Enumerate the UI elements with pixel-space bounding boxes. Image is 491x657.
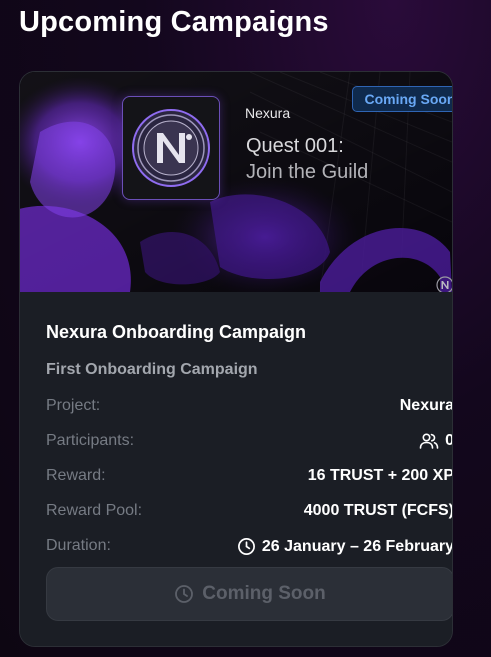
page-title: Upcoming Campaigns [19, 6, 329, 38]
reward-pool-value: 4000 TRUST (FCFS) [303, 502, 453, 519]
banner-quest-number: Quest 001: [246, 135, 344, 157]
detail-label: Duration: [46, 537, 111, 554]
detail-row-reward: Reward: 16 TRUST + 200 XP [46, 467, 453, 489]
project-value: Nexura [399, 397, 453, 414]
detail-row-participants: Participants: 0 [46, 432, 452, 454]
reward-value: 16 TRUST + 200 XP [307, 467, 453, 484]
detail-label: Participants: [46, 432, 135, 449]
banner-brand: Nexura [245, 105, 291, 121]
banner-quest-title: Join the Guild [246, 161, 369, 183]
detail-label: Project: [46, 397, 101, 414]
detail-row-duration: Duration: 26 January – 26 February [46, 537, 453, 559]
participants-count: 0 [445, 432, 452, 450]
watermark-logo-icon [436, 276, 452, 292]
clock-icon [237, 537, 256, 556]
coming-soon-button[interactable]: Coming Soon [46, 567, 452, 621]
campaign-banner: Nexura Quest 001: Join the Guild Coming … [20, 72, 452, 292]
campaign-title: Nexura Onboarding Campaign [46, 322, 307, 342]
detail-label: Reward: [46, 467, 106, 484]
campaign-details: Nexura Onboarding Campaign First Onboard… [20, 292, 452, 646]
nexura-logo [122, 96, 220, 200]
campaign-card[interactable]: Nexura Quest 001: Join the Guild Coming … [19, 71, 453, 647]
campaign-subtitle: First Onboarding Campaign [46, 361, 258, 378]
button-label: Coming Soon [202, 583, 326, 604]
status-badge: Coming Soon [352, 86, 452, 112]
duration-value: 26 January – 26 February [261, 537, 453, 555]
detail-label: Reward Pool: [46, 502, 143, 519]
clock-icon [174, 584, 194, 604]
users-icon [419, 432, 439, 450]
detail-row-project: Project: Nexura [46, 397, 453, 419]
detail-row-reward-pool: Reward Pool: 4000 TRUST (FCFS) [46, 502, 453, 524]
